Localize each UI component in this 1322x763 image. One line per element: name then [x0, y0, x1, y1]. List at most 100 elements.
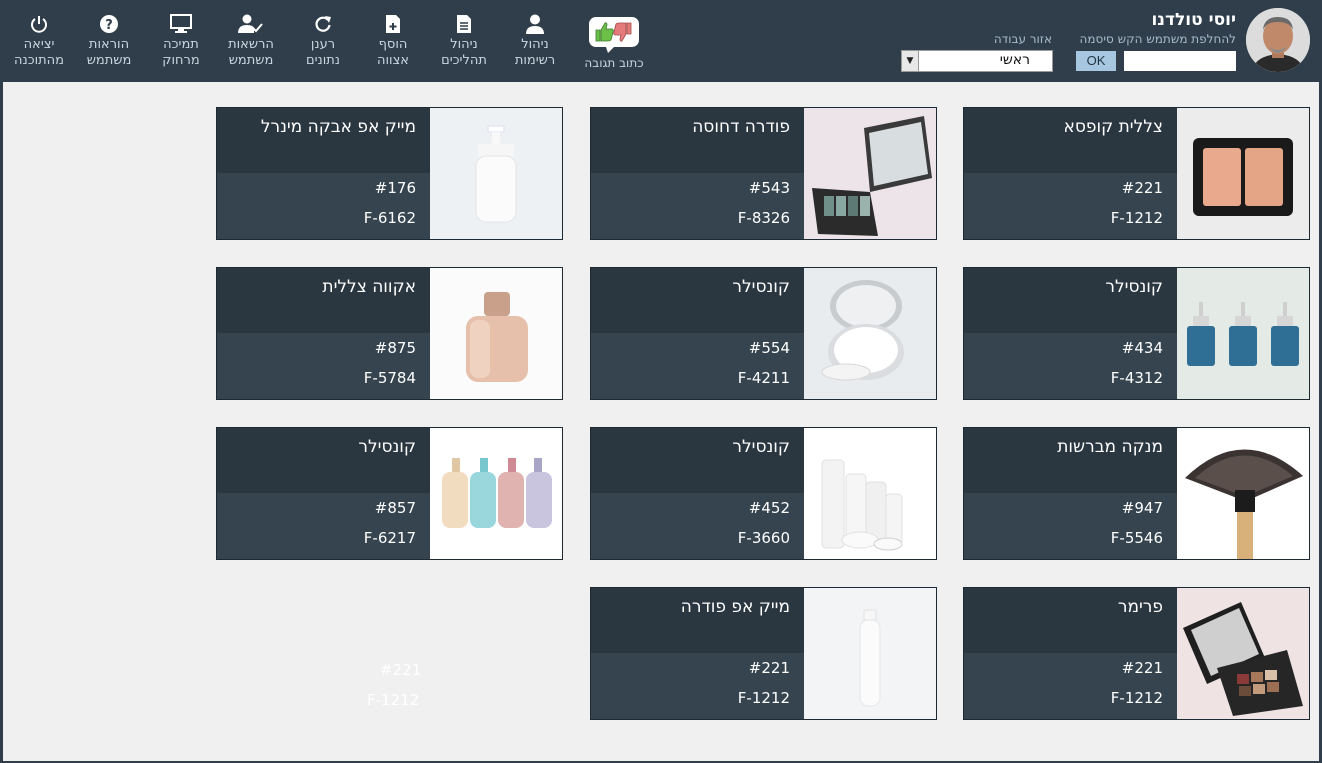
refresh-button[interactable]: רענן נתונים	[292, 14, 354, 69]
product-card[interactable]: אקווה צללית #875 F-5784	[216, 267, 563, 400]
product-ref: F-1212	[737, 689, 790, 707]
refresh-label-2: נתונים	[305, 53, 341, 68]
ghost-product-ref: F-1212	[367, 691, 420, 709]
refresh-label-1: רענן	[310, 37, 336, 52]
product-code: #221	[1121, 659, 1163, 677]
product-name: פודרה דחוסה	[692, 117, 790, 137]
makeup-palette-image	[1177, 588, 1309, 719]
exit-button[interactable]: יציאה מהתוכנה	[8, 14, 70, 69]
user-name: יוסי טולדנו	[1151, 10, 1236, 30]
thumbs-feedback-icon	[588, 16, 640, 53]
product-card[interactable]: צללית קופסא #221 F-1212	[963, 107, 1310, 240]
help-button[interactable]: ? הוראות משתמש	[78, 14, 140, 69]
user-icon	[504, 14, 566, 34]
change-user-hint: להחלפת משתמש הקש סיסמה	[1079, 32, 1236, 46]
product-card[interactable]: קונסילר #452 F-3660	[590, 427, 937, 560]
product-name: מייק אפ אבקה מינרל	[260, 117, 416, 137]
ghost-product-code: #221	[380, 661, 422, 679]
window-border-left	[0, 82, 3, 763]
add-label-2: אצווה	[377, 53, 409, 68]
remote-label-1: תמיכה	[163, 37, 199, 52]
product-code: #554	[748, 339, 790, 357]
top-toolbar: יציאה מהתוכנה ? הוראות משתמש תמיכה מרחוק…	[0, 0, 1322, 82]
svg-text:?: ?	[105, 18, 113, 33]
add-batch-button[interactable]: הוסף אצווה	[362, 14, 424, 69]
manage-processes-button[interactable]: ניהול תהליכים	[432, 14, 496, 69]
product-ref: F-6217	[363, 529, 416, 547]
product-name: קונסילר	[1105, 277, 1163, 297]
monitor-icon	[150, 14, 212, 34]
permissions-label-1: הרשאות	[228, 37, 274, 52]
product-card[interactable]: מייק אפ פודרה #221 F-1212	[590, 587, 937, 720]
product-name: קונסילר	[358, 437, 416, 457]
question-icon: ?	[78, 14, 140, 34]
add-label-1: הוסף	[378, 37, 408, 52]
product-code: #857	[374, 499, 416, 517]
product-code: #221	[1121, 179, 1163, 197]
product-code: #947	[1121, 499, 1163, 517]
tall-bottle-image	[804, 588, 936, 719]
help-label-1: הוראות	[88, 37, 130, 52]
product-card[interactable]: פודרה דחוסה #543 F-8326	[590, 107, 937, 240]
product-name: צללית קופסא	[1063, 117, 1164, 137]
document-icon	[432, 14, 496, 34]
lists-label-2: רשימות	[514, 53, 556, 68]
product-ref: F-1212	[1110, 689, 1163, 707]
remote-support-button[interactable]: תמיכה מרחוק	[150, 14, 212, 69]
foundation-bottle-image	[430, 268, 562, 399]
password-field[interactable]	[1124, 51, 1236, 71]
product-name: קונסילר	[732, 277, 790, 297]
help-label-2: משתמש	[86, 53, 132, 68]
product-ref: F-6162	[363, 209, 416, 227]
product-card[interactable]: קונסילר #857 F-6217	[216, 427, 563, 560]
product-card[interactable]: מנקה מברשות #947 F-5546	[963, 427, 1310, 560]
product-ref: F-3660	[737, 529, 790, 547]
product-card[interactable]: פרימר #221 F-1212	[963, 587, 1310, 720]
user-permissions-button[interactable]: הרשאות משתמש	[220, 14, 282, 69]
product-name: קונסילר	[732, 437, 790, 457]
product-code: #221	[748, 659, 790, 677]
product-ref: F-4211	[737, 369, 790, 387]
feedback-label: כתוב תגובה	[584, 56, 644, 70]
write-feedback-button[interactable]: כתוב תגובה	[578, 14, 650, 70]
work-area-value: ראשי	[999, 52, 1030, 68]
refresh-icon	[292, 14, 354, 34]
pump-bottle-image	[430, 108, 562, 239]
product-name: מייק אפ פודרה	[680, 597, 790, 617]
lists-label-1: ניהול	[521, 37, 549, 52]
permissions-label-2: משתמש	[228, 53, 274, 68]
work-area-label: אזור עבודה	[993, 32, 1052, 46]
eyeshadow-palette-image	[804, 108, 936, 239]
product-name: פרימר	[1117, 597, 1163, 617]
product-card[interactable]: מייק אפ אבקה מינרל #176 F-6162	[216, 107, 563, 240]
chevron-down-icon[interactable]: ▼	[902, 51, 919, 71]
white-bottles-image	[804, 428, 936, 559]
avatar	[1246, 8, 1310, 72]
processes-label-2: תהליכים	[441, 53, 487, 68]
fan-brush-image	[1177, 428, 1309, 559]
product-code: #434	[1121, 339, 1163, 357]
product-ref: F-1212	[1110, 209, 1163, 227]
add-file-icon	[362, 14, 424, 34]
product-code: #176	[374, 179, 416, 197]
product-ref: F-4312	[1110, 369, 1163, 387]
product-ref: F-5784	[363, 369, 416, 387]
power-icon	[8, 14, 70, 34]
exit-label-2: מהתוכנה	[14, 53, 64, 68]
product-card[interactable]: קונסילר #554 F-4211	[590, 267, 937, 400]
product-ref: F-5546	[1110, 529, 1163, 547]
blue-bottles-image	[1177, 268, 1309, 399]
product-card[interactable]: קונסילר #434 F-4312	[963, 267, 1310, 400]
user-check-icon	[220, 14, 282, 34]
product-name: מנקה מברשות	[1057, 437, 1163, 457]
remote-label-2: מרחוק	[162, 53, 200, 68]
blush-compact-image	[1177, 108, 1309, 239]
manage-lists-button[interactable]: ניהול רשימות	[504, 14, 566, 69]
pastel-bottles-image	[430, 428, 562, 559]
work-area-select[interactable]: ראשי ▼	[901, 50, 1053, 72]
product-ref: F-8326	[737, 209, 790, 227]
product-code: #452	[748, 499, 790, 517]
ok-button[interactable]: OK	[1076, 51, 1116, 71]
cushion-compact-image	[804, 268, 936, 399]
product-code: #875	[374, 339, 416, 357]
